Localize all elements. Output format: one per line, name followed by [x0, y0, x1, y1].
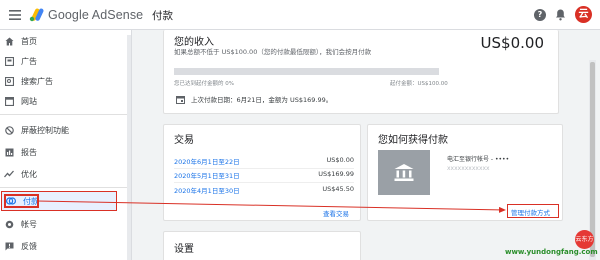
- watermark-text: www.yundongfang.com: [505, 248, 598, 256]
- annotation-arrow: [36, 200, 506, 213]
- watermark-logo-icon: 云东方: [575, 230, 594, 249]
